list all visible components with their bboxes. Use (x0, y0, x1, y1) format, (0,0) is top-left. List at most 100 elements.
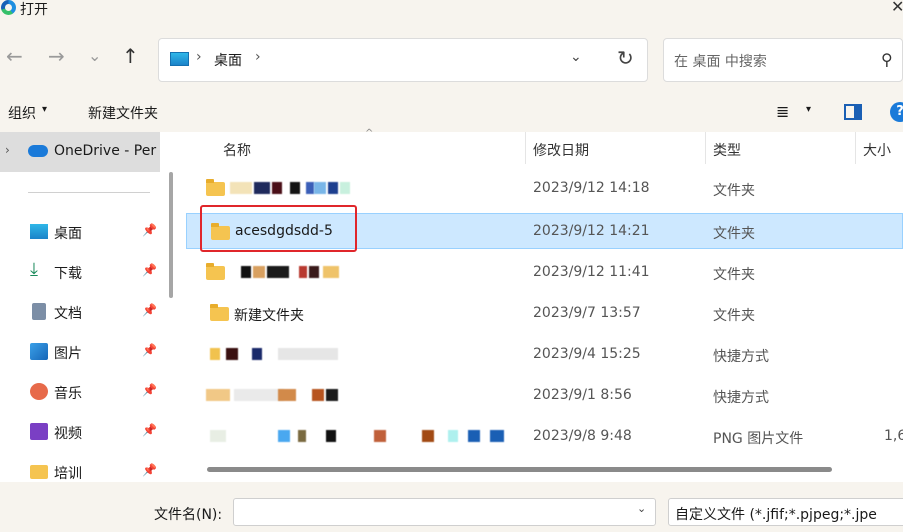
file-type-filter-value: 自定义文件 (*.jfif;*.pjpeg;*.jpe (675, 507, 877, 523)
view-options-icon[interactable]: ≣ (776, 102, 789, 121)
file-type-filter-select[interactable]: 自定义文件 (*.jfif;*.pjpeg;*.jpe (668, 498, 903, 526)
dialog-footer: 文件名(N): ⌄ 自定义文件 (*.jfif;*.pjpeg;*.jpe (0, 482, 903, 532)
back-arrow-icon[interactable]: ← (6, 46, 23, 66)
redacted-name (422, 430, 434, 442)
pictures-icon (30, 343, 48, 360)
sidebar-item-documents[interactable]: 文档 📌 (0, 297, 160, 327)
address-history-dropdown-icon[interactable]: ⌄ (570, 49, 582, 65)
file-type: 文件夹 (713, 226, 755, 242)
preview-pane-icon[interactable] (844, 104, 862, 120)
column-header-type[interactable]: 类型 (713, 140, 741, 160)
redacted-name (253, 266, 265, 278)
file-row[interactable]: 2023/9/12 11:41 文件夹 (186, 254, 903, 290)
navigation-pane: › OneDrive - Per 桌面 📌 ⤓ 下载 📌 文档 📌 图片 📌 音… (0, 132, 176, 482)
expand-chevron-icon[interactable]: › (5, 143, 10, 157)
redacted-name (314, 182, 326, 194)
pin-icon: 📌 (142, 463, 157, 477)
sidebar-item-label: 音乐 (54, 386, 82, 402)
recent-locations-chevron-icon[interactable]: ⌄ (88, 46, 101, 66)
redacted-name (448, 430, 458, 442)
sidebar-item-desktop[interactable]: 桌面 📌 (0, 217, 160, 247)
column-header-name[interactable]: 名称 (223, 140, 251, 160)
redacted-name (326, 430, 336, 442)
filename-label: 文件名(N): (154, 507, 223, 523)
title-bar: 打开 ✕ (0, 0, 903, 20)
breadcrumb-separator[interactable]: › (255, 49, 261, 65)
shortcut-icon (206, 389, 230, 401)
divider (28, 192, 150, 193)
filename-input[interactable] (233, 498, 656, 526)
search-icon[interactable]: ⚲ (881, 50, 893, 69)
sidebar-item-pictures[interactable]: 图片 📌 (0, 337, 160, 367)
filename-dropdown-icon[interactable]: ⌄ (637, 502, 646, 515)
redacted-name (374, 430, 386, 442)
new-folder-button[interactable]: 新建文件夹 (88, 103, 158, 123)
desktop-icon (30, 224, 48, 239)
column-header-modified[interactable]: 修改日期 (533, 140, 589, 160)
folder-icon (206, 179, 225, 196)
file-type: 快捷方式 (713, 390, 769, 406)
redacted-name (340, 182, 350, 194)
forward-arrow-icon[interactable]: → (48, 46, 65, 66)
search-input[interactable]: 在 桌面 中搜索 ⚲ (663, 38, 903, 82)
redacted-name (468, 430, 480, 442)
column-header-size[interactable]: 大小 (863, 140, 891, 160)
redacted-name (278, 430, 290, 442)
breadcrumb-separator[interactable]: › (196, 49, 202, 65)
file-row[interactable]: 2023/9/12 14:18 文件夹 (186, 170, 903, 206)
organize-button[interactable]: 组织 (8, 103, 36, 123)
column-divider[interactable] (855, 132, 856, 164)
file-type: 文件夹 (713, 267, 755, 283)
address-bar[interactable]: › 桌面 › ⌄ ↻ (158, 38, 648, 82)
file-row[interactable]: 2023/9/1 8:56 快捷方式 (186, 377, 903, 413)
redacted-name (252, 348, 262, 360)
sidebar-item-music[interactable]: 音乐 📌 (0, 377, 160, 407)
file-type: 快捷方式 (713, 349, 769, 365)
vertical-scrollbar[interactable] (169, 172, 173, 298)
sidebar-item-onedrive[interactable]: › OneDrive - Per (0, 132, 160, 172)
redacted-name (278, 389, 296, 401)
redacted-name (323, 266, 339, 278)
redacted-name (272, 182, 282, 194)
document-icon (32, 303, 46, 320)
file-date: 2023/9/8 9:48 (533, 428, 632, 444)
file-row[interactable]: 2023/9/8 9:48 PNG 图片文件 1,6 (186, 418, 903, 454)
file-type: 文件夹 (713, 183, 755, 199)
annotation-highlight-box (200, 205, 357, 252)
sidebar-item-label: OneDrive - Per (54, 143, 157, 159)
file-name: 新建文件夹 (234, 308, 304, 324)
breadcrumb-location[interactable]: 桌面 (214, 50, 242, 70)
redacted-name (278, 348, 338, 360)
close-icon[interactable]: ✕ (891, 0, 903, 16)
sidebar-item-download[interactable]: ⤓ 下载 📌 (0, 257, 160, 287)
file-row[interactable]: 新建文件夹 2023/9/7 13:57 文件夹 (186, 295, 903, 331)
pin-icon: 📌 (142, 343, 157, 357)
help-icon[interactable]: ? (890, 102, 903, 122)
redacted-name (328, 182, 338, 194)
redacted-name (241, 266, 251, 278)
column-divider[interactable] (525, 132, 526, 164)
file-size: 1,6 (884, 428, 903, 444)
redacted-name (226, 348, 238, 360)
redacted-name (326, 389, 338, 401)
redacted-name (306, 182, 314, 194)
image-file-icon (210, 430, 226, 442)
redacted-name (309, 266, 319, 278)
horizontal-scrollbar[interactable] (207, 467, 832, 472)
chevron-down-icon[interactable]: ▾ (806, 104, 811, 115)
pin-icon: 📌 (142, 383, 157, 397)
file-date: 2023/9/4 15:25 (533, 346, 641, 362)
column-divider[interactable] (705, 132, 706, 164)
cloud-icon (28, 145, 48, 157)
refresh-icon[interactable]: ↻ (617, 46, 634, 70)
sidebar-item-videos[interactable]: 视频 📌 (0, 417, 160, 447)
up-arrow-icon[interactable]: ↑ (122, 46, 139, 66)
sidebar-item-label: 文档 (54, 306, 82, 322)
file-row[interactable]: 2023/9/4 15:25 快捷方式 (186, 336, 903, 372)
edge-app-icon (1, 0, 16, 15)
file-type: PNG 图片文件 (713, 431, 804, 447)
music-icon (30, 383, 48, 400)
sidebar-item-label: 下载 (54, 266, 82, 282)
file-list: 名称 修改日期 类型 大小 2023/9/12 14:18 文件夹 acesdg… (186, 132, 903, 482)
chevron-down-icon[interactable]: ▾ (42, 104, 47, 115)
